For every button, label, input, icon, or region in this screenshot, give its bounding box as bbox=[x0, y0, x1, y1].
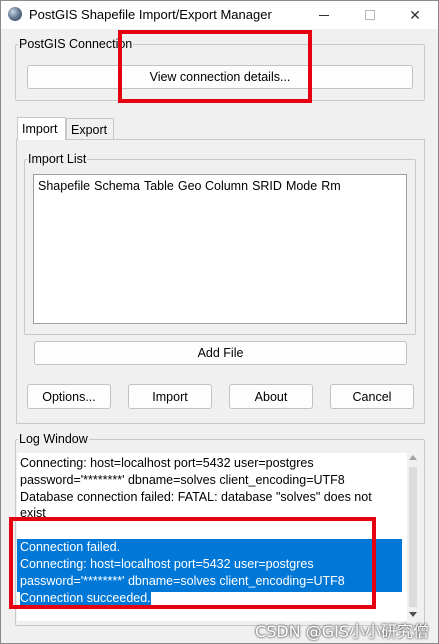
column-header-srid[interactable]: SRID bbox=[250, 179, 284, 193]
title-bar[interactable]: PostGIS Shapefile Import/Export Manager … bbox=[1, 1, 438, 29]
add-file-button[interactable]: Add File bbox=[34, 341, 407, 365]
column-header-schema[interactable]: Schema bbox=[92, 179, 142, 193]
import-list-group-label: Import List bbox=[28, 152, 87, 166]
column-header-table[interactable]: Table bbox=[142, 179, 176, 193]
connection-group-label: PostGIS Connection bbox=[19, 37, 133, 51]
log-line: Connecting: host=localhost port=5432 use… bbox=[20, 456, 314, 470]
log-line-selected: password='********' dbname=solves client… bbox=[20, 573, 345, 590]
tab-export[interactable]: Export bbox=[66, 118, 114, 140]
minimize-icon bbox=[319, 14, 329, 16]
log-line-selected: Connection succeeded. bbox=[20, 590, 151, 607]
column-header-rm[interactable]: Rm bbox=[319, 179, 342, 193]
view-connection-details-button[interactable]: View connection details... bbox=[27, 65, 413, 89]
log-line: password='********' dbname=solves client… bbox=[20, 473, 345, 487]
column-header-shapefile[interactable]: Shapefile bbox=[36, 179, 92, 193]
maximize-button[interactable] bbox=[347, 1, 393, 29]
options-button[interactable]: Options... bbox=[27, 384, 111, 409]
column-header-mode[interactable]: Mode bbox=[284, 179, 319, 193]
maximize-icon bbox=[365, 10, 375, 20]
log-line: exist bbox=[20, 506, 46, 520]
close-button[interactable]: ✕ bbox=[392, 1, 438, 29]
minimize-button[interactable] bbox=[301, 1, 347, 29]
close-icon: ✕ bbox=[409, 6, 421, 23]
log-line: Database connection failed: FATAL: datab… bbox=[20, 490, 372, 504]
log-scrollbar[interactable] bbox=[407, 453, 419, 621]
scroll-down-arrow-icon[interactable] bbox=[409, 612, 417, 617]
import-list-table[interactable]: Shapefile Schema Table Geo Column SRID M… bbox=[33, 174, 407, 324]
log-textarea[interactable]: Connecting: host=localhost port=5432 use… bbox=[17, 453, 407, 621]
about-button[interactable]: About bbox=[229, 384, 313, 409]
scroll-up-arrow-icon[interactable] bbox=[409, 455, 417, 460]
column-header-geo-column[interactable]: Geo Column bbox=[176, 179, 250, 193]
log-window-group-label: Log Window bbox=[19, 432, 88, 446]
tab-import[interactable]: Import bbox=[17, 117, 66, 140]
cancel-button[interactable]: Cancel bbox=[330, 384, 414, 409]
postgis-elephant-globe-icon bbox=[8, 7, 22, 21]
log-line-selected: Connecting: host=localhost port=5432 use… bbox=[20, 556, 314, 573]
import-button[interactable]: Import bbox=[128, 384, 212, 409]
log-line-selected: Connection failed. bbox=[20, 539, 121, 556]
import-list-header: Shapefile Schema Table Geo Column SRID M… bbox=[36, 179, 343, 193]
main-window: PostGIS Shapefile Import/Export Manager … bbox=[0, 0, 439, 644]
scroll-thumb[interactable] bbox=[409, 467, 417, 607]
window-title: PostGIS Shapefile Import/Export Manager bbox=[29, 7, 272, 22]
watermark: CSDN @GIS小小研究僧 bbox=[255, 622, 429, 641]
